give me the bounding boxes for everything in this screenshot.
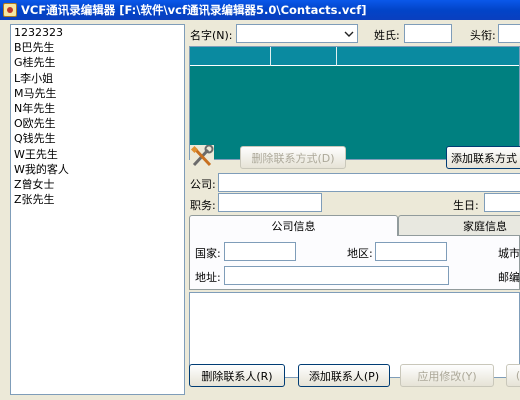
partial-button[interactable]: ( xyxy=(506,364,520,387)
contact-list-item[interactable]: 1232323 xyxy=(11,25,184,40)
contact-list-item[interactable]: Q钱先生 xyxy=(11,131,184,146)
region-input[interactable] xyxy=(375,242,447,261)
birthday-input[interactable] xyxy=(484,193,520,212)
contact-method-grid[interactable] xyxy=(189,46,520,160)
position-label: 职务: xyxy=(190,199,216,212)
city-label: 城市 xyxy=(498,247,520,260)
surname-input[interactable] xyxy=(404,24,452,43)
birthday-label: 生日: xyxy=(453,199,479,212)
contact-list-item[interactable]: Z曾女士 xyxy=(11,177,184,192)
client-area: 1232323 B巴先生 G桂先生 L李小姐 M马先生 N年先生 O欧先生 Q钱先生 W王先生 W… xyxy=(0,20,520,400)
info-tabs: 公司信息 家庭信息 xyxy=(189,215,520,236)
add-contact-method-button[interactable]: 添加联系方式 xyxy=(446,146,520,169)
contact-list[interactable]: 1232323 B巴先生 G桂先生 L李小姐 M马先生 N年先生 O欧先生 Q钱先生 W王先生 W… xyxy=(10,24,185,395)
window-title: VCF通讯录编辑器 [F:\软件\vcf通讯录编辑器5.0\Contacts.v… xyxy=(21,3,367,17)
company-label: 公司: xyxy=(190,178,216,191)
address-label: 地址: xyxy=(195,271,221,284)
postcode-label: 邮编 xyxy=(498,271,520,284)
tab-family-info[interactable]: 家庭信息 xyxy=(398,215,520,235)
surname-label: 姓氏: xyxy=(374,29,400,42)
add-contact-button[interactable]: 添加联系人(P) xyxy=(298,364,390,387)
chevron-down-icon xyxy=(344,31,354,37)
country-label: 国家: xyxy=(195,247,221,260)
company-info-panel: 国家: 地区: 城市 地址: 邮编 xyxy=(189,235,520,290)
contact-list-item[interactable]: W王先生 xyxy=(11,147,184,162)
grid-header xyxy=(190,47,519,66)
company-input[interactable] xyxy=(218,173,520,192)
country-input[interactable] xyxy=(224,242,296,261)
grid-column-separator xyxy=(336,47,337,66)
main-window: VCF通讯录编辑器 [F:\软件\vcf通讯录编辑器5.0\Contacts.v… xyxy=(0,0,520,400)
delete-contact-method-button[interactable]: 删除联系方式(D) xyxy=(240,146,346,169)
grid-column-separator xyxy=(270,47,271,66)
contact-list-item[interactable]: Z张先生 xyxy=(11,192,184,207)
region-label: 地区: xyxy=(347,247,373,260)
position-input[interactable] xyxy=(218,193,322,212)
title-input[interactable] xyxy=(498,24,520,43)
contact-list-item[interactable]: O欧先生 xyxy=(11,116,184,131)
address-input[interactable] xyxy=(224,266,449,285)
apply-changes-button[interactable]: 应用修改(Y) xyxy=(400,364,494,387)
contact-list-item[interactable]: W我的客人 xyxy=(11,162,184,177)
contact-list-item[interactable]: N年先生 xyxy=(11,101,184,116)
contact-list-item[interactable]: L李小姐 xyxy=(11,71,184,86)
contact-list-item[interactable]: M马先生 xyxy=(11,86,184,101)
delete-contact-button[interactable]: 删除联系人(R) xyxy=(189,364,285,387)
title-label: 头衔: xyxy=(470,29,496,42)
tab-company-info[interactable]: 公司信息 xyxy=(189,215,398,236)
name-label: 名字(N): xyxy=(190,29,233,42)
title-bar[interactable]: VCF通讯录编辑器 [F:\软件\vcf通讯录编辑器5.0\Contacts.v… xyxy=(0,0,520,20)
contact-list-item[interactable]: B巴先生 xyxy=(11,40,184,55)
app-icon xyxy=(3,3,17,17)
tools-icon xyxy=(190,145,214,169)
name-combo[interactable] xyxy=(236,24,358,43)
contact-list-item[interactable]: G桂先生 xyxy=(11,55,184,70)
